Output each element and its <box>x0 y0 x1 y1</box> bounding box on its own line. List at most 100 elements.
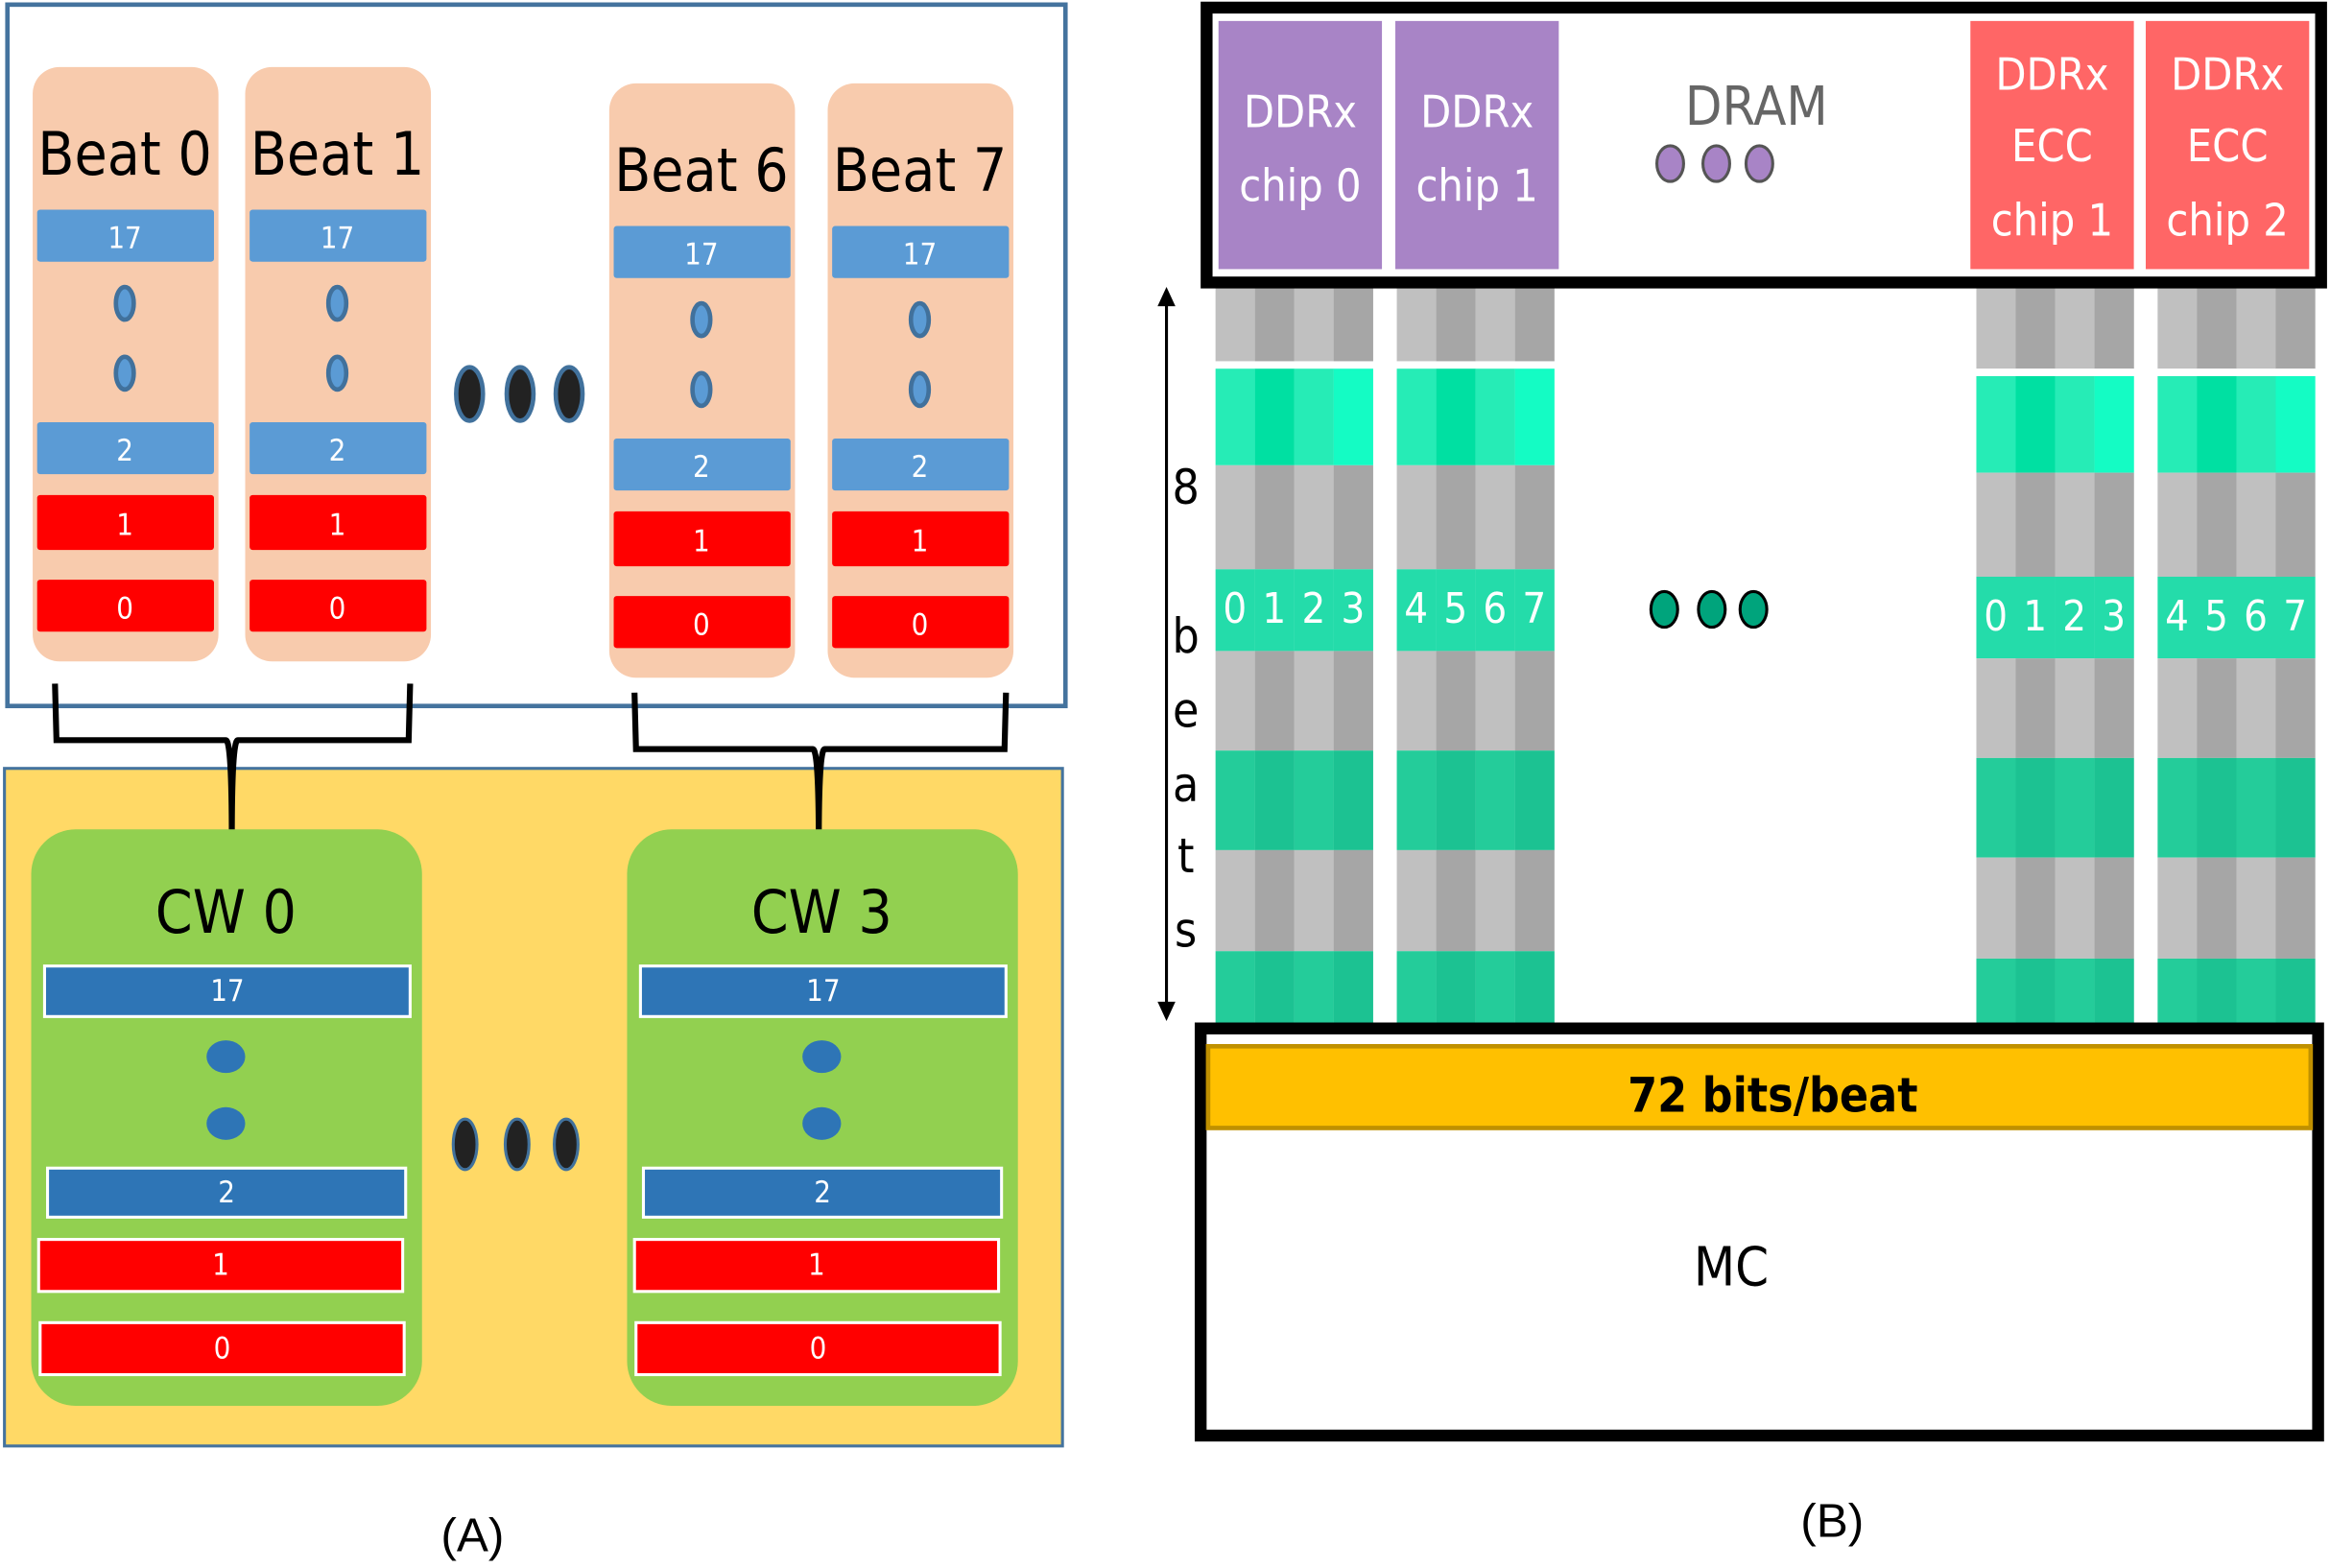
green-bit-cell <box>2275 757 2316 858</box>
green-bit-cell <box>2157 958 2198 1026</box>
gray-bit-cell <box>1254 285 1295 362</box>
chip-label: chip 2 <box>2166 194 2288 246</box>
panel-a: Beat 0 17 2 1 0 Beat 1 17 2 1 0 Beat 6 17 2 1 0 Beat 7 1… <box>3 2 1068 1562</box>
green-bit-cell <box>1514 368 1555 465</box>
bit-label: 2 <box>693 450 710 485</box>
bit-label: 17 <box>903 238 937 273</box>
bit-index-label: 4 <box>1404 585 1428 633</box>
ellipsis-dot-icon <box>113 354 136 392</box>
bit-label: 17 <box>321 222 354 256</box>
green-bit-cell <box>2157 375 2198 473</box>
gray-bit-cell <box>2197 285 2237 369</box>
gray-bit-cell <box>2275 285 2316 369</box>
dram-chip: DDRx ECC chip 1 <box>1970 20 2134 270</box>
ellipsis-dot-icon <box>1738 589 1769 630</box>
bit-label: 17 <box>107 222 141 256</box>
chip-label: DDRx <box>1420 85 1534 137</box>
bit-label: 2 <box>814 1176 831 1210</box>
panel-a-label: (A) <box>440 1509 504 1562</box>
green-bit-cell <box>2197 375 2237 473</box>
green-bit-cell <box>1254 750 1295 850</box>
dram-label: DRAM <box>1685 76 1828 138</box>
gray-bit-cell <box>2055 285 2095 369</box>
chip-bg <box>1395 20 1559 270</box>
ellipsis-dot-icon <box>802 1040 842 1074</box>
gray-bit-cell <box>1976 857 2016 959</box>
bit-index-label: 7 <box>2283 593 2307 641</box>
beat-card: Beat 6 17 2 1 0 <box>608 83 796 678</box>
green-bit-cell <box>2236 757 2276 858</box>
gray-bit-cell <box>1514 285 1555 362</box>
codeword-card: CW 3 17 2 1 0 <box>627 829 1018 1407</box>
gray-bit-cell <box>2236 658 2276 758</box>
gray-bit-cell <box>2094 285 2134 369</box>
beats-axis-letter: e <box>1173 682 1199 738</box>
ellipsis-dot-icon <box>206 1106 246 1140</box>
gray-bit-cell <box>1333 285 1373 362</box>
gray-bit-cell <box>2094 658 2134 758</box>
gray-bit-cell <box>1215 285 1255 362</box>
green-bit-cell <box>2157 757 2198 858</box>
green-bit-cell <box>1514 750 1555 850</box>
bit-index-label: 3 <box>1341 585 1365 633</box>
codeword-card: CW 0 17 2 1 0 <box>31 829 422 1407</box>
green-bit-cell <box>2015 958 2056 1026</box>
green-bit-cell <box>2275 375 2316 473</box>
ellipsis-dot-icon <box>454 365 486 423</box>
green-bit-cell <box>2055 375 2095 473</box>
bit-label: 2 <box>912 450 929 485</box>
ellipsis-dot-icon <box>503 1117 531 1172</box>
gray-bit-cell <box>2197 658 2237 758</box>
bit-index-label: 1 <box>1262 585 1286 633</box>
bit-label: 2 <box>329 434 346 468</box>
bit-index-label: 2 <box>2062 593 2086 641</box>
beat-card: Beat 1 17 2 1 0 <box>245 66 432 662</box>
bit-label: 17 <box>210 974 244 1009</box>
beats-axis-letter: s <box>1175 903 1197 959</box>
bit-label: 0 <box>810 1331 827 1366</box>
green-bit-cell <box>2055 958 2095 1026</box>
bit-index-label: 6 <box>1483 585 1507 633</box>
gray-bit-cell <box>1294 849 1334 952</box>
chip-label: chip 1 <box>1415 160 1537 212</box>
green-bit-cell <box>1514 951 1555 1026</box>
green-bit-cell <box>1976 757 2016 858</box>
bit-index-label: 2 <box>1301 585 1325 633</box>
ellipsis-dot-icon <box>1700 144 1731 183</box>
separator <box>1396 361 1555 369</box>
gray-bit-cell <box>1976 658 2016 758</box>
chip-label: ECC <box>2187 120 2269 172</box>
green-bit-cell <box>1254 951 1295 1026</box>
arrow-down-icon <box>1157 1001 1176 1021</box>
green-bit-cell <box>1254 368 1295 465</box>
gray-bit-cell <box>2055 658 2095 758</box>
gray-bit-cell <box>1396 651 1437 751</box>
gray-bit-cell <box>1475 285 1515 362</box>
chip-label: ECC <box>2011 120 2093 172</box>
separator <box>1215 361 1373 369</box>
beat-title: Beat 6 <box>614 136 789 205</box>
bit-label: 2 <box>218 1176 235 1210</box>
memory-layout-diagram: Beat 017210Beat 117210Beat 617210Beat 71… <box>3 1 2327 1562</box>
green-bit-cell <box>1396 368 1437 465</box>
gray-bit-cell <box>2275 658 2316 758</box>
gray-bit-cell <box>2055 857 2095 959</box>
gray-bit-cell <box>1976 472 2016 577</box>
green-bit-cell <box>1475 750 1515 850</box>
gray-bit-cell <box>1333 651 1373 751</box>
green-bit-cell <box>2055 757 2095 858</box>
gray-bit-cell <box>2197 472 2237 577</box>
gray-bit-cell <box>1254 651 1295 751</box>
panel-b: 0 1 2 3 4 5 6 7 0 1 2 3 4 5 6 7DDRxchip 0DDRxchip 1DDRx… <box>1157 1 2327 1547</box>
bit-label: 1 <box>808 1248 825 1283</box>
gray-bit-cell <box>1215 651 1255 751</box>
green-bit-cell <box>1294 368 1334 465</box>
green-bit-cell <box>1475 368 1515 465</box>
chip-label: DDRx <box>2171 49 2284 101</box>
bit-label: 2 <box>116 434 133 468</box>
green-bit-cell <box>1215 750 1255 850</box>
mc-label: MC <box>1694 1237 1769 1299</box>
green-bit-cell <box>2236 375 2276 473</box>
gray-bit-cell <box>1333 849 1373 952</box>
green-bit-cell <box>1396 951 1437 1026</box>
